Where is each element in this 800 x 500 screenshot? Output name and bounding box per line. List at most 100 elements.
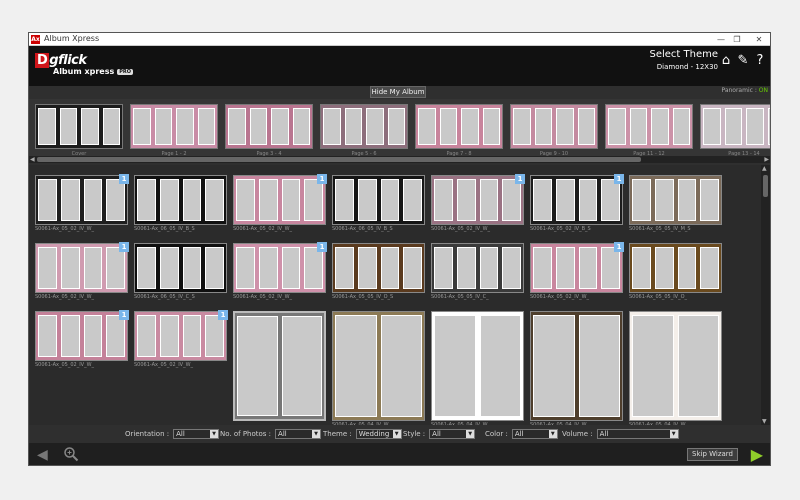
photo-slot <box>533 315 575 417</box>
filter-select[interactable]: All ▼ <box>596 429 679 439</box>
zoom-icon[interactable] <box>63 446 79 462</box>
album-spread[interactable]: Cover <box>35 104 123 156</box>
album-spread[interactable]: Page 9 - 10 <box>510 104 598 156</box>
theme-tile[interactable]: S0061-Ax_06_05_IV_B_S <box>134 175 227 232</box>
theme-name: S0061-Ax_05_04_IV_W_ <box>431 422 491 425</box>
photo-slot <box>159 315 179 357</box>
chevron-down-icon[interactable]: ▼ <box>312 430 321 438</box>
back-arrow-icon[interactable]: ◀ <box>37 448 48 462</box>
theme-preview <box>134 243 227 293</box>
theme-name: S0061-Ax_05_05_IV_M_S <box>629 226 691 232</box>
close-button[interactable]: ✕ <box>752 34 766 44</box>
theme-tile[interactable]: S0061-Ax_05_04_IV_W_ <box>332 311 425 425</box>
next-arrow-icon[interactable]: ▶ <box>751 446 763 463</box>
photo-slot <box>304 247 323 289</box>
theme-tile[interactable]: S0061-Ax_05_02_IV_W_ 1 <box>134 310 228 368</box>
filter-select[interactable]: All ▼ <box>429 429 476 439</box>
album-spread[interactable]: Page 13 - 14 <box>700 104 770 156</box>
album-spread[interactable]: Page 7 - 8 <box>415 104 503 156</box>
scroll-up-icon[interactable]: ▲ <box>762 165 767 172</box>
wrench-icon[interactable]: ✎ <box>737 54 749 68</box>
theme-preview <box>332 175 425 225</box>
home-icon[interactable]: ⌂ <box>720 54 732 68</box>
photo-slot <box>513 108 531 145</box>
scroll-thumb[interactable] <box>37 157 641 162</box>
theme-name: S0061-Ax_05_02_IV_W_ <box>233 226 293 232</box>
album-size: Diamond - 12X30 <box>656 63 718 71</box>
photo-slot <box>632 315 674 417</box>
scroll-down-icon[interactable]: ▼ <box>762 418 767 425</box>
album-spread[interactable]: Page 1 - 2 <box>130 104 218 156</box>
spread-thumbnail <box>605 104 693 149</box>
album-spread[interactable]: Page 5 - 6 <box>320 104 408 156</box>
theme-name: S0061-Ax_05_04_IV_W_ <box>629 422 689 425</box>
theme-tile[interactable]: S0061-Ax_05_04_IV_W_ <box>431 311 524 425</box>
photo-slot <box>60 179 80 221</box>
album-spread[interactable]: Page 11 - 12 <box>605 104 693 156</box>
photo-count-badge: 1 <box>119 310 129 320</box>
theme-tile[interactable]: S0061-Ax_05_04_IV_W_ <box>629 311 722 425</box>
theme-tile[interactable]: S0061-Ax_05_02_IV_W_ 1 <box>35 310 129 368</box>
filter-4: Color : All ▼ <box>485 429 558 439</box>
filter-select[interactable]: All ▼ <box>173 429 220 439</box>
theme-tile[interactable]: S0061-Ax_05_05_IV_C_ <box>431 243 524 300</box>
photo-slot <box>281 316 322 416</box>
theme-tile[interactable]: S0061-Ax_05_02_IV_W_ 1 <box>233 242 327 300</box>
photo-slot <box>387 108 405 145</box>
filter-select[interactable]: All ▼ <box>511 429 558 439</box>
photo-slot <box>60 315 80 357</box>
photo-slot <box>83 179 103 221</box>
help-icon[interactable]: ? <box>754 54 766 68</box>
panoramic-status[interactable]: Panoramic : ON <box>721 87 768 94</box>
chevron-down-icon[interactable]: ▼ <box>669 430 678 438</box>
theme-vertical-scrollbar[interactable]: ▲ ▼ <box>761 165 770 425</box>
theme-tile[interactable]: S0061-Ax_05_02_IV_W_ 1 <box>530 242 624 300</box>
theme-tile[interactable]: S0061-Ax_05_02_IV_W_ 1 <box>431 174 525 232</box>
photo-slot <box>672 108 690 145</box>
window-title: Album Xpress <box>44 34 100 43</box>
chevron-down-icon[interactable]: ▼ <box>210 430 219 438</box>
footer-bar: ◀ Skip Wizard ▶ <box>29 443 770 465</box>
theme-tile[interactable]: S0061-Ax_05_05_IV_O_ <box>629 243 722 300</box>
photo-slot <box>601 179 620 221</box>
filter-select[interactable]: Wedding ▼ <box>355 429 402 439</box>
filter-1: No. of Photos : All ▼ <box>220 429 322 439</box>
chevron-down-icon[interactable]: ▼ <box>466 430 475 438</box>
scroll-thumb[interactable] <box>763 175 768 197</box>
minimize-button[interactable]: — <box>714 34 728 44</box>
album-spread[interactable]: Page 3 - 4 <box>225 104 313 156</box>
edition-badge: PRO <box>117 68 134 75</box>
theme-grid: S0061-Ax_05_02_IV_W_ 1 S0061-Ax_06_05_IV_B… <box>29 165 762 425</box>
photo-slot <box>81 108 99 145</box>
theme-tile[interactable]: S0061-Ax_06_05_IV_B_S <box>332 175 425 232</box>
theme-tile[interactable]: S0061-Ax_05_02_IV_W_ 1 <box>35 242 129 300</box>
scroll-left-icon[interactable]: ◀ <box>30 156 35 163</box>
theme-tile[interactable]: S0061-Ax_05_02_IV_W_ 1 <box>35 174 129 232</box>
maximize-button[interactable]: ❐ <box>730 34 744 44</box>
filter-2: Theme : Wedding ▼ <box>323 429 402 439</box>
album-horizontal-scrollbar[interactable]: ◀ ▶ <box>29 156 770 163</box>
photo-slot <box>205 179 224 221</box>
theme-tile[interactable]: S0061-Ax_05_05_IV_O_S <box>332 243 425 300</box>
theme-tile[interactable]: S0061-Ax_05_05_IV_M_S <box>629 175 722 232</box>
hide-album-button[interactable]: Hide My Album <box>370 86 426 98</box>
chevron-down-icon[interactable]: ▼ <box>548 430 557 438</box>
scroll-right-icon[interactable]: ▶ <box>764 156 769 163</box>
photo-slot <box>724 108 742 145</box>
theme-tile[interactable]: S0061-Ax_06_05_IV_C_S <box>134 243 227 300</box>
theme-tile[interactable]: S0061-Ax_05_02_IV_W_ 1 <box>233 174 327 232</box>
theme-preview <box>134 311 227 361</box>
photo-slot <box>38 108 56 145</box>
theme-name: S0061-Ax_05_02_IV_W_ <box>233 294 293 300</box>
theme-tile[interactable]: S0061-Ax_05_02_IV_B_S 1 <box>530 174 624 232</box>
photo-slot <box>677 179 697 221</box>
photo-slot <box>418 108 436 145</box>
photo-count-badge: 1 <box>317 242 327 252</box>
theme-tile[interactable] <box>233 311 326 422</box>
chevron-down-icon[interactable]: ▼ <box>392 430 401 438</box>
filter-value: Wedding <box>358 430 390 438</box>
theme-tile[interactable]: S0061-Ax_05_04_IV_W_ <box>530 311 623 425</box>
photo-slot <box>133 108 151 145</box>
filter-select[interactable]: All ▼ <box>275 429 322 439</box>
skip-wizard-button[interactable]: Skip Wizard <box>687 448 738 461</box>
